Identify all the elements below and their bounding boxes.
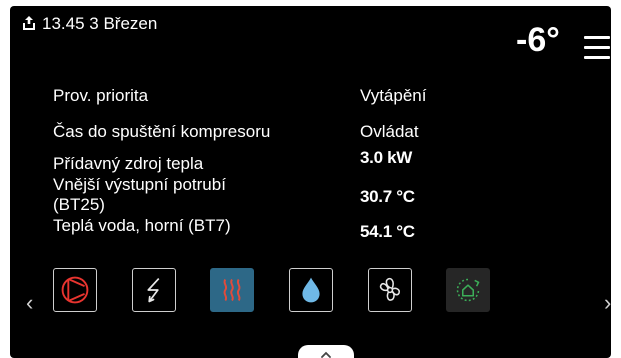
- row-value-priority: Vytápění: [360, 86, 427, 105]
- electric-addition-icon: [147, 277, 160, 303]
- status-datetime: 13.45 3 Březen: [42, 14, 158, 33]
- row-label-compressor-start: Čas do spuštění kompresoru: [53, 122, 271, 141]
- compressor-icon: [61, 276, 89, 304]
- hot-water-tile[interactable]: [289, 268, 333, 312]
- ventilation-fan-icon: [379, 277, 400, 301]
- pull-up-tab[interactable]: [298, 345, 354, 358]
- upload-box-icon: [23, 16, 35, 30]
- hamburger-menu-icon[interactable]: [584, 36, 610, 59]
- hot-water-drop-icon: [302, 277, 320, 303]
- electric-addition-tile[interactable]: [132, 268, 176, 312]
- chevron-up-icon: [321, 351, 331, 358]
- outdoor-temperature: -6°: [516, 21, 560, 59]
- smart-home-tile[interactable]: [446, 268, 490, 312]
- heating-icon: [223, 278, 241, 302]
- row-value-additional-heat: 3.0 kW: [360, 148, 413, 167]
- prev-page-arrow[interactable]: ‹: [26, 292, 33, 314]
- heating-tile[interactable]: [210, 268, 254, 312]
- row-value-compressor-start[interactable]: Ovládat: [360, 122, 419, 142]
- next-page-arrow[interactable]: ›: [604, 292, 611, 314]
- heat-pump-screen: 13.45 3 Březen -6° Prov. priorita Vytápě…: [10, 6, 611, 358]
- ventilation-tile[interactable]: [368, 268, 412, 312]
- row-label-additional-heat: Přídavný zdroj tepla: [53, 154, 204, 173]
- row-label-priority: Prov. priorita: [53, 86, 149, 105]
- row-label-external-flow-pipe: Vnější výstupní potrubí (BT25): [53, 175, 226, 214]
- row-label-hot-water-top: Teplá voda, horní (BT7): [53, 216, 231, 235]
- compressor-tile[interactable]: [53, 268, 97, 312]
- row-value-hot-water-top: 54.1 °C: [360, 222, 415, 241]
- row-value-external-flow-pipe: 30.7 °C: [360, 187, 415, 206]
- smart-home-icon: [456, 278, 480, 302]
